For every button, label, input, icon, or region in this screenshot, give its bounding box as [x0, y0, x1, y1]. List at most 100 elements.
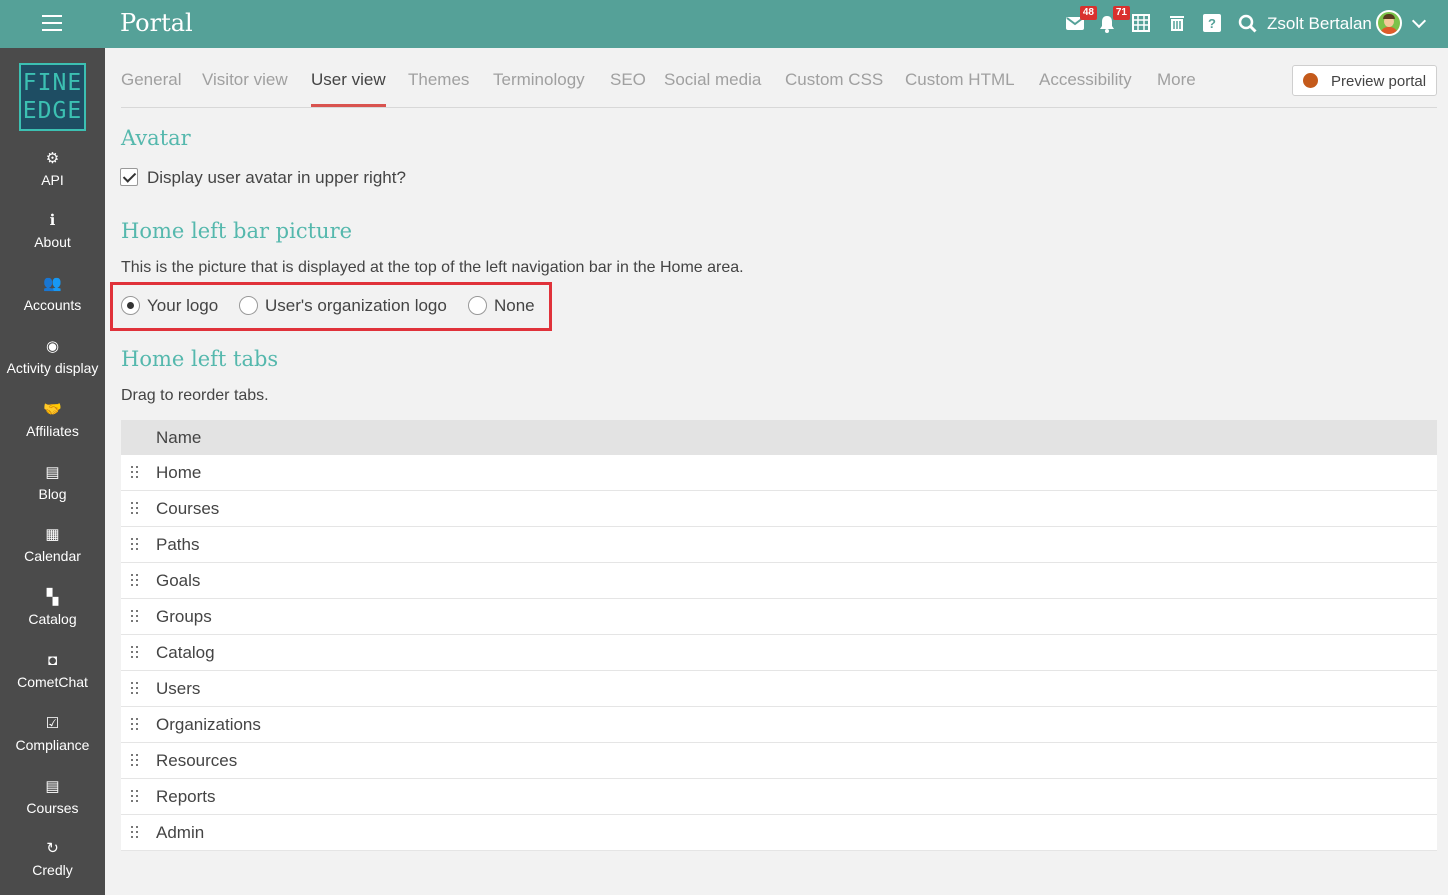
tab-general[interactable]: General [121, 70, 181, 90]
bell-badge: 71 [1112, 6, 1130, 20]
sidebar: FINE EDGE ⚙ API ℹ About 👥 Accounts ◉ Activity d… [0, 48, 105, 895]
display-avatar-label: Display user avatar in upper right? [147, 168, 406, 187]
app-title: Portal [120, 9, 193, 37]
table-row[interactable]: Paths [121, 527, 1437, 563]
handshake-icon: 🤝 [43, 401, 62, 418]
table-row[interactable]: Admin [121, 815, 1437, 851]
sidebar-item-courses[interactable]: ▤ Courses [0, 777, 105, 835]
row-name: Goals [156, 571, 201, 590]
drag-handle-icon[interactable] [131, 753, 139, 767]
sidebar-item-label: Compliance [15, 737, 90, 753]
tab-more[interactable]: More [1157, 70, 1196, 90]
dot-circle-icon: ◉ [45, 338, 60, 355]
sidebar-item-blog[interactable]: ▤ Blog [0, 463, 105, 521]
courses-icon: ▤ [45, 778, 60, 795]
bell-icon[interactable]: 71 [1098, 6, 1130, 34]
sidebar-item-accounts[interactable]: 👥 Accounts [0, 274, 105, 332]
sidebar-item-cometchat[interactable]: ◘ CometChat [0, 651, 105, 709]
tab-social-media[interactable]: Social media [664, 70, 761, 90]
drag-handle-icon[interactable] [131, 573, 139, 587]
table-row[interactable]: Home [121, 455, 1437, 491]
table-row[interactable]: Users [121, 671, 1437, 707]
table-row[interactable]: Reports [121, 779, 1437, 815]
user-avatar[interactable] [1376, 10, 1402, 36]
row-name: Admin [156, 823, 205, 842]
table-row[interactable]: Organizations [121, 707, 1437, 743]
cometchat-icon: ◘ [47, 652, 58, 669]
grid-icon: ▚ [46, 589, 59, 606]
fine-edge-logo[interactable]: FINE EDGE [19, 63, 86, 131]
tab-user-view[interactable]: User view [311, 70, 386, 90]
radio-organization-logo-label[interactable]: User's organization logo [265, 296, 447, 316]
globe-icon [1303, 73, 1318, 88]
sidebar-item-label: Courses [26, 800, 79, 816]
drag-handle-icon[interactable] [131, 537, 139, 551]
radio-none-label[interactable]: None [494, 296, 535, 316]
tab-themes[interactable]: Themes [408, 70, 469, 90]
radio-none[interactable] [468, 296, 487, 315]
sidebar-item-activity-display[interactable]: ◉ Activity display [0, 337, 105, 395]
checklist-icon: ☑ [45, 715, 60, 732]
hamburger-menu-icon[interactable] [42, 15, 62, 33]
sidebar-item-label: CometChat [17, 674, 88, 690]
drag-handle-icon[interactable] [131, 645, 139, 659]
drag-handle-icon[interactable] [131, 717, 139, 731]
active-tab-indicator [311, 104, 386, 107]
row-name: Groups [156, 607, 212, 626]
chevron-down-icon[interactable] [1411, 13, 1427, 29]
tab-seo[interactable]: SEO [610, 70, 646, 90]
gear-icon: ⚙ [45, 150, 60, 167]
credly-icon: ↻ [46, 840, 59, 857]
sidebar-item-label: Calendar [24, 548, 81, 564]
sidebar-item-catalog[interactable]: ▚ Catalog [0, 588, 105, 646]
radio-your-logo[interactable] [121, 296, 140, 315]
row-name: Courses [156, 499, 220, 518]
sidebar-item-label: Affiliates [26, 423, 79, 439]
svg-text:?: ? [1208, 16, 1216, 31]
table-row[interactable]: Courses [121, 491, 1437, 527]
tab-visitor-view[interactable]: Visitor view [202, 70, 288, 90]
help-icon[interactable]: ? [1203, 14, 1223, 34]
tab-custom-css[interactable]: Custom CSS [785, 70, 883, 90]
tab-terminology[interactable]: Terminology [493, 70, 585, 90]
settings-tabs: General Visitor view User view Themes Termin… [121, 48, 1437, 108]
mail-icon[interactable]: 48 [1065, 6, 1097, 34]
row-name: Reports [156, 787, 216, 806]
sidebar-item-credly[interactable]: ↻ Credly [0, 839, 105, 895]
sidebar-item-affiliates[interactable]: 🤝 Affiliates [0, 400, 105, 458]
tab-custom-html[interactable]: Custom HTML [905, 70, 1015, 90]
sidebar-item-calendar[interactable]: ▦ Calendar [0, 525, 105, 583]
drag-handle-icon[interactable] [131, 465, 139, 479]
drag-handle-icon[interactable] [131, 789, 139, 803]
row-name: Catalog [156, 643, 215, 662]
sidebar-item-about[interactable]: ℹ About [0, 211, 105, 269]
drag-handle-icon[interactable] [131, 501, 139, 515]
table-row[interactable]: Goals [121, 563, 1437, 599]
sidebar-item-compliance[interactable]: ☑ Compliance [0, 714, 105, 772]
preview-portal-button[interactable]: Preview portal [1292, 65, 1437, 96]
drag-handle-icon[interactable] [131, 681, 139, 695]
user-name[interactable]: Zsolt Bertalan [1267, 14, 1372, 34]
mail-badge: 48 [1079, 6, 1097, 20]
sidebar-item-label: Credly [32, 862, 73, 878]
tab-accessibility[interactable]: Accessibility [1039, 70, 1132, 90]
radio-organization-logo[interactable] [239, 296, 258, 315]
radio-your-logo-label[interactable]: Your logo [147, 296, 218, 316]
left-tabs-title: Home left tabs [121, 347, 279, 371]
calendar-icon[interactable] [1132, 14, 1152, 34]
drag-handle-icon[interactable] [131, 609, 139, 623]
trash-icon[interactable] [1168, 14, 1188, 34]
sidebar-item-label: Activity display [6, 360, 99, 376]
table-row[interactable]: Resources [121, 743, 1437, 779]
sidebar-item-label: Accounts [23, 297, 82, 313]
display-avatar-checkbox[interactable] [120, 168, 138, 186]
sidebar-item-api[interactable]: ⚙ API [0, 149, 105, 207]
sidebar-item-label: About [34, 234, 71, 250]
left-bar-picture-description: This is the picture that is displayed at… [121, 259, 744, 276]
drag-handle-icon[interactable] [131, 825, 139, 839]
search-icon[interactable] [1238, 14, 1258, 34]
sidebar-item-label: Blog [38, 486, 67, 502]
row-name: Paths [156, 535, 200, 554]
table-row[interactable]: Groups [121, 599, 1437, 635]
table-row[interactable]: Catalog [121, 635, 1437, 671]
